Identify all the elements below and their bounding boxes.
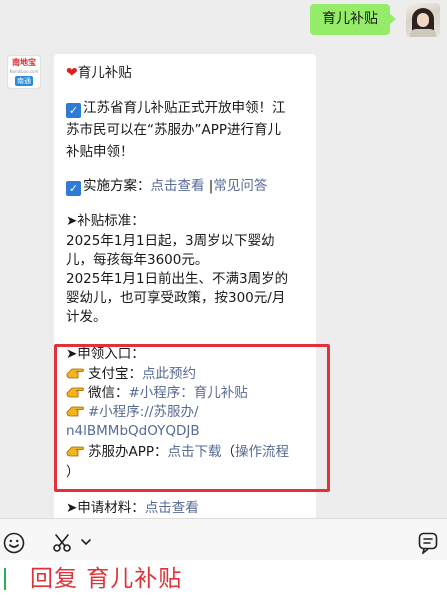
materials-link[interactable]: 点击查看	[145, 500, 199, 516]
standard-line-1: 2025年1月1日起，3周岁以下婴幼	[66, 233, 275, 249]
highlight-box	[54, 344, 330, 492]
keyboard-toggle-icon[interactable]	[418, 532, 438, 554]
chevron-down-icon[interactable]	[81, 538, 91, 546]
scissors-icon[interactable]	[52, 533, 72, 553]
text-cursor	[4, 568, 6, 590]
chat-area: 育儿补贴 南地宝 Nandibao.com 南通 ❤育儿补贴 ✓ 江苏省育儿补贴正…	[0, 0, 447, 518]
avatar-logo-text: 南地宝	[12, 58, 36, 67]
intro-line-2: 苏市民可以在“苏服办”APP进行育儿	[66, 122, 282, 138]
standard-line-4: 婴幼儿，也可享受政策，按300元/月	[66, 290, 286, 306]
checkbox-icon: ✓	[66, 181, 81, 196]
standard-line-5: 计发。	[66, 309, 107, 325]
message-title-row: ❤育儿补贴	[66, 64, 132, 83]
heart-icon: ❤	[66, 65, 78, 81]
avatar-logo-domain: Nandibao.com	[9, 69, 39, 74]
standard-title: ➤补贴标准：	[66, 213, 145, 229]
intro-line-1: ✓ 江苏省育儿补贴正式开放申领！江	[66, 99, 286, 118]
plan-view-link[interactable]: 点击查看	[151, 178, 205, 194]
materials-row: ➤申请材料：点击查看	[66, 499, 199, 518]
checkbox-icon: ✓	[66, 103, 81, 118]
standard-line-3: 2025年1月1日前出生、不满3周岁的	[66, 271, 289, 287]
message-title: 育儿补贴	[77, 65, 132, 81]
materials-title: ➤申请材料：	[66, 500, 145, 516]
avatar-logo-city: 南通	[15, 76, 33, 86]
official-account-avatar[interactable]: 南地宝 Nandibao.com 南通	[7, 55, 41, 89]
plan-row: ✓ 实施方案：点击查看 |常见问答	[66, 177, 267, 196]
reply-caption: 回复 育儿补贴	[0, 560, 447, 599]
standard-line-2: 儿，每孩每年3600元。	[66, 252, 209, 268]
plan-label: 实施方案：	[83, 178, 151, 194]
user-avatar[interactable]	[406, 3, 440, 37]
reply-caption-text: 回复 育儿补贴	[30, 566, 183, 592]
intro-text-1: 江苏省育儿补贴正式开放申领！江	[83, 100, 286, 116]
faq-link[interactable]: 常见问答	[213, 178, 267, 194]
emoji-icon[interactable]	[3, 532, 25, 554]
intro-line-3: 补贴申领！	[66, 144, 134, 160]
outgoing-message[interactable]: 育儿补贴	[310, 4, 396, 35]
